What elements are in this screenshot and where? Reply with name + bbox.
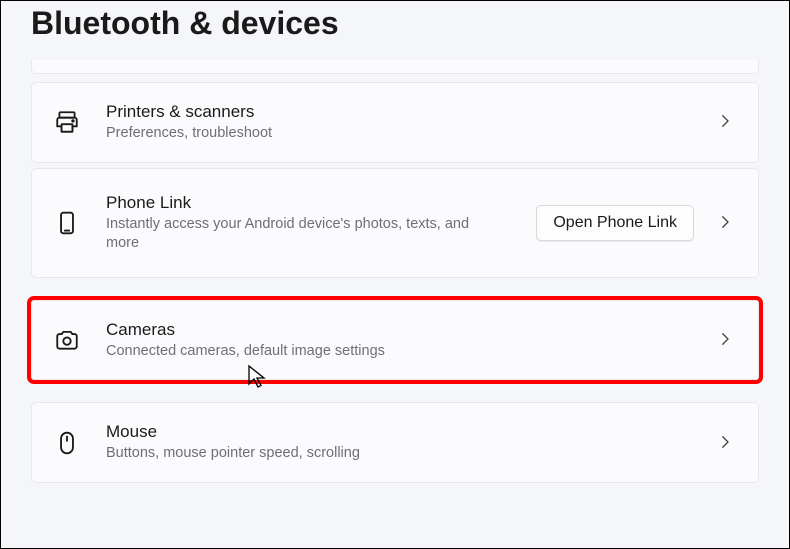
row-title: Mouse	[106, 421, 716, 443]
camera-icon	[54, 327, 80, 353]
row-body: Cameras Connected cameras, default image…	[106, 319, 716, 362]
row-subtitle: Preferences, troubleshoot	[106, 124, 486, 144]
printer-icon	[54, 109, 80, 135]
mouse-icon	[54, 430, 80, 456]
settings-list: Printers & scanners Preferences, trouble…	[1, 60, 789, 483]
row-subtitle: Buttons, mouse pointer speed, scrolling	[106, 444, 486, 464]
row-cameras[interactable]: Cameras Connected cameras, default image…	[31, 300, 759, 381]
row-actions	[716, 112, 736, 132]
row-actions: Open Phone Link	[536, 205, 736, 241]
collapsed-row-edge	[31, 60, 759, 74]
phone-icon	[54, 210, 80, 236]
row-subtitle: Connected cameras, default image setting…	[106, 342, 486, 362]
row-subtitle: Instantly access your Android device's p…	[106, 215, 486, 254]
row-printers-scanners[interactable]: Printers & scanners Preferences, trouble…	[31, 82, 759, 163]
open-phone-link-button[interactable]: Open Phone Link	[536, 205, 694, 241]
row-title: Phone Link	[106, 192, 536, 214]
chevron-right-icon	[716, 112, 736, 132]
chevron-right-icon	[716, 330, 736, 350]
row-actions	[716, 330, 736, 350]
row-body: Phone Link Instantly access your Android…	[106, 192, 536, 254]
row-body: Printers & scanners Preferences, trouble…	[106, 101, 716, 144]
row-phone-link[interactable]: Phone Link Instantly access your Android…	[31, 168, 759, 278]
row-mouse[interactable]: Mouse Buttons, mouse pointer speed, scro…	[31, 402, 759, 483]
page-title: Bluetooth & devices	[1, 1, 789, 60]
row-actions	[716, 433, 736, 453]
chevron-right-icon	[716, 213, 736, 233]
row-title: Cameras	[106, 319, 716, 341]
row-title: Printers & scanners	[106, 101, 716, 123]
chevron-right-icon	[716, 433, 736, 453]
row-body: Mouse Buttons, mouse pointer speed, scro…	[106, 421, 716, 464]
